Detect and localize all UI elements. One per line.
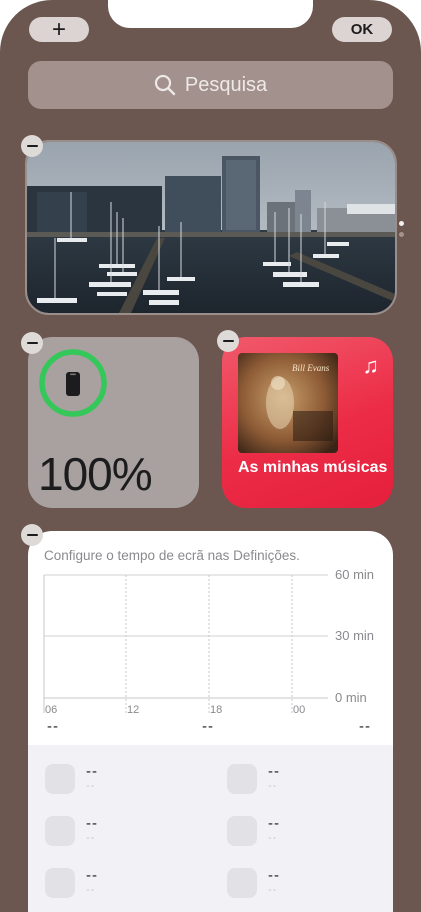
done-button[interactable]: OK [332,17,392,42]
app-icon-placeholder [45,868,75,898]
y-tick-label: 0 min [335,690,367,705]
remove-photo-widget-button[interactable] [21,135,43,157]
harbor-photo [27,142,395,313]
app-name: -- [86,763,98,780]
screen-time-widget[interactable]: Configure o tempo de ecrã nas Definições… [28,531,393,912]
app-time: -- [86,884,96,896]
search-icon [154,74,176,96]
iphone-icon [66,372,80,396]
x-tick-label: 06 [45,704,57,716]
list-item: -- -- [45,763,195,796]
widget-page-indicator [399,221,404,243]
list-item: -- -- [45,815,195,848]
battery-percentage: 100% [38,448,153,500]
app-icon-placeholder [45,764,75,794]
app-time: -- [86,832,96,844]
search-field[interactable]: Pesquisa [28,61,393,109]
screen-time-app-list: -- -- -- -- -- -- -- -- -- -- -- -- [28,745,393,912]
screen-time-total: -- [359,718,371,735]
x-tick-label: 18 [210,704,222,716]
app-time: -- [268,832,278,844]
remove-battery-widget-button[interactable] [21,332,43,354]
app-name: -- [86,815,98,832]
add-widget-button[interactable]: + [29,17,89,42]
page-dot [399,221,404,226]
app-name: -- [268,867,280,884]
music-widget[interactable]: Bill Evans ♫ As minhas músicas [222,337,393,508]
app-time: -- [268,780,278,792]
app-icon-placeholder [227,764,257,794]
music-widget-label: As minhas músicas [238,459,388,476]
album-artwork[interactable]: Bill Evans [238,353,338,453]
list-item: -- -- [45,867,195,900]
y-tick-label: 30 min [335,628,374,643]
remove-screen-time-widget-button[interactable] [21,524,43,546]
x-tick-label: 00 [293,704,305,716]
screen-time-total: -- [47,718,59,735]
app-icon-placeholder [227,816,257,846]
list-item: -- -- [227,867,377,900]
screen-time-total: -- [202,718,214,735]
app-name: -- [268,763,280,780]
search-label: Pesquisa [184,73,268,96]
remove-music-widget-button[interactable] [217,330,239,352]
device-notch [108,0,313,28]
app-name: -- [86,867,98,884]
app-icon-placeholder [227,868,257,898]
music-note-icon: ♫ [362,353,380,378]
x-tick-label: 12 [127,704,139,716]
photos-widget[interactable] [25,140,397,315]
album-title: Bill Evans [292,363,330,373]
app-name: -- [268,815,280,832]
y-tick-label: 60 min [335,567,374,582]
page-dot [399,232,404,237]
app-icon-placeholder [45,816,75,846]
screen-time-chart: 60 min 30 min 0 min 06 12 18 00 [43,567,374,716]
batteries-widget[interactable]: 100% [28,337,199,508]
app-time: -- [268,884,278,896]
app-time: -- [86,780,96,792]
list-item: -- -- [227,763,377,796]
home-screen-edit-mode: + OK Pesquisa 100% Bill Evans ♫ As minha… [0,0,421,912]
list-item: -- -- [227,815,377,848]
